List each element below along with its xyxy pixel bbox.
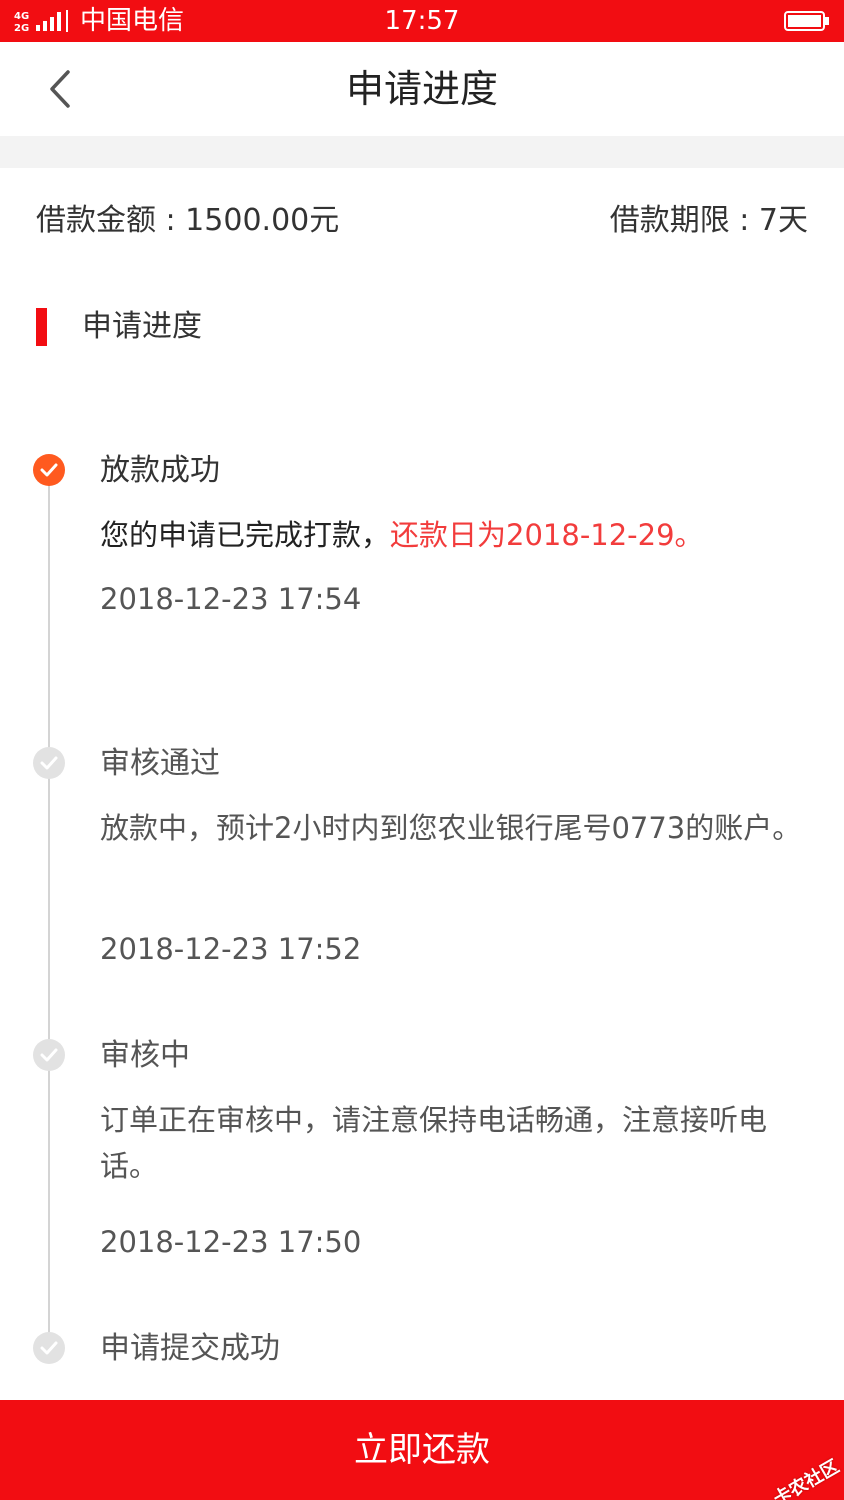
step-title: 申请提交成功 (100, 1331, 280, 1366)
check-icon (33, 1332, 65, 1364)
loan-term: 借款期限 : 7天 (609, 203, 808, 238)
step-description: 订单正在审核中，请注意保持电话畅通，注意接听电话。 (100, 1103, 768, 1183)
section-accent-bar (36, 308, 47, 346)
check-icon (33, 747, 65, 779)
watermark-text: 卡农社区 (769, 1456, 843, 1500)
battery-icon (784, 11, 829, 31)
step-title: 审核中 (100, 1038, 190, 1073)
nav-bar: 申请进度 (0, 42, 844, 136)
status-bar: 4G 2G 中国电信 17:57 (0, 0, 844, 42)
watermark-logo: 卡农社区 (733, 1398, 844, 1500)
step-title: 审核通过 (100, 746, 220, 781)
check-icon (33, 454, 65, 486)
repay-now-label: 立即还款 (354, 1430, 490, 1470)
step-description-text: 您的申请已完成打款， (100, 518, 391, 552)
page-title: 申请进度 (345, 67, 498, 111)
step-time: 2018-12-23 17:52 (100, 932, 362, 966)
step-title: 放款成功 (100, 453, 220, 488)
status-time: 17:57 (384, 6, 460, 36)
section-divider (0, 136, 844, 168)
check-icon (33, 1039, 65, 1071)
loan-amount: 借款金额 : 1500.00元 (36, 203, 340, 238)
section-title: 申请进度 (82, 309, 202, 344)
repay-now-button[interactable]: 立即还款 卡农社区 (0, 1400, 844, 1500)
step-description: 您的申请已完成打款，还款日为2018-12-29。 (100, 512, 810, 558)
timeline-line (48, 470, 50, 1360)
step-description: 放款中，预计2小时内到您农业银行尾号0773的账户。 (100, 811, 802, 845)
repay-date-highlight: 还款日为2018-12-29。 (390, 518, 704, 552)
loan-summary: 借款金额 : 1500.00元 借款期限 : 7天 (36, 196, 808, 246)
step-time: 2018-12-23 17:54 (100, 582, 362, 616)
step-time: 2018-12-23 17:50 (100, 1225, 362, 1259)
